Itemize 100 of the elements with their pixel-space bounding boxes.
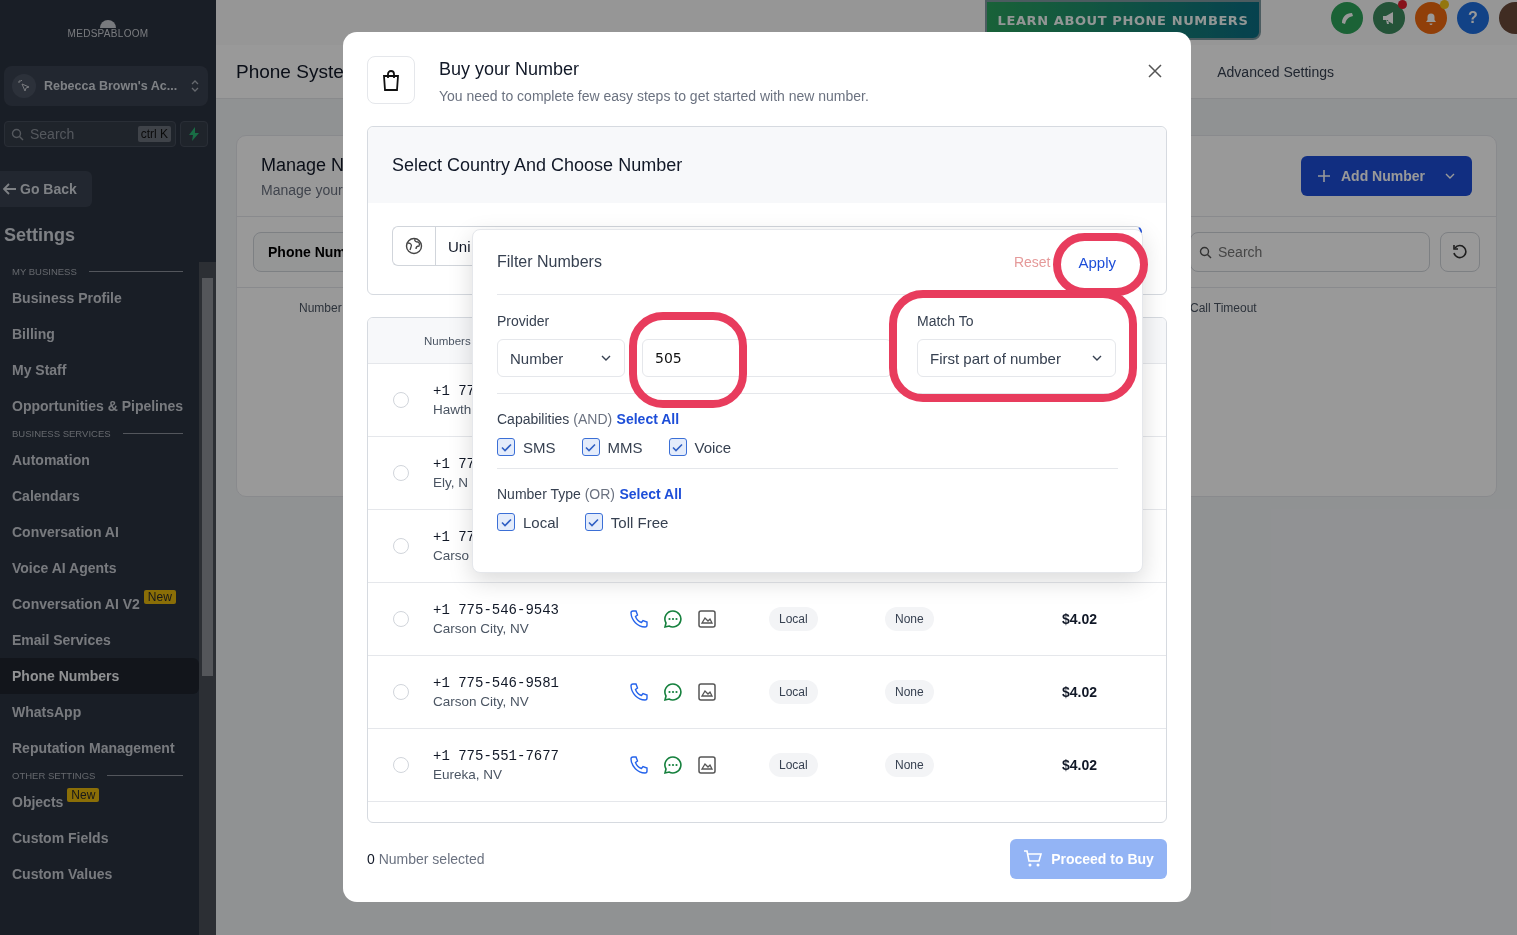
account-switcher[interactable]: Rebecca Brown's Ac... xyxy=(4,66,208,106)
sidebar-item[interactable]: My Staff xyxy=(0,352,199,388)
type-tag: Local xyxy=(769,607,818,631)
number-input[interactable]: 505 xyxy=(642,339,892,377)
go-back-button[interactable]: Go Back xyxy=(0,171,92,207)
sidebar-item[interactable]: Email Services xyxy=(0,622,199,658)
tab[interactable]: Advanced Settings xyxy=(1217,63,1334,80)
refresh-icon xyxy=(1451,243,1469,261)
checkbox-option[interactable]: MMS xyxy=(581,438,643,456)
phone-icon xyxy=(629,755,649,775)
select-all-link[interactable]: Select All xyxy=(616,411,680,427)
sidebar-item[interactable]: Business Profile xyxy=(0,280,199,316)
sidebar-item-label: Automation xyxy=(12,452,90,468)
sidebar-item-label: My Staff xyxy=(12,362,67,378)
city-text: Carson City, NV xyxy=(433,621,530,636)
sidebar-item[interactable]: WhatsApp xyxy=(0,694,199,730)
sidebar-item[interactable]: Billing xyxy=(0,316,199,352)
checkbox-option[interactable]: Local xyxy=(497,513,559,531)
radio-button[interactable] xyxy=(392,392,409,408)
sidebar-item[interactable]: Custom Fields xyxy=(0,820,199,856)
logo-icon xyxy=(100,18,116,28)
sidebar-item[interactable]: Reputation Management xyxy=(0,730,199,766)
notifications-button[interactable] xyxy=(1415,2,1447,34)
check-icon xyxy=(588,517,600,527)
city-text: Hawth xyxy=(433,402,473,417)
chat-icon xyxy=(663,609,683,629)
phone-icon xyxy=(629,682,649,702)
scrollbar[interactable] xyxy=(199,262,216,935)
radio-button[interactable] xyxy=(392,757,409,773)
city-text: Ely, N xyxy=(433,475,469,490)
section-heading: OTHER SETTINGS xyxy=(12,769,96,781)
radio-button[interactable] xyxy=(392,538,409,554)
chat-icon xyxy=(663,682,683,702)
sidebar-item-label: Reputation Management xyxy=(12,740,175,756)
checkbox[interactable] xyxy=(497,438,515,456)
add-number-button[interactable]: Add Number xyxy=(1301,156,1472,196)
lightning-icon xyxy=(188,127,200,141)
sidebar-item[interactable]: Objects New xyxy=(0,784,199,820)
checkbox[interactable] xyxy=(581,438,600,456)
new-badge: New xyxy=(67,788,100,802)
sidebar-item[interactable]: Voice AI Agents xyxy=(0,550,199,586)
provider-select[interactable]: Number xyxy=(497,339,625,377)
phone-icon xyxy=(1339,10,1355,26)
shopping-bag-icon xyxy=(381,69,401,91)
sidebar-item[interactable]: Conversation AI V2 New xyxy=(0,586,199,622)
checkbox-option[interactable]: SMS xyxy=(497,438,556,456)
phone-button[interactable] xyxy=(1331,2,1363,34)
apply-button[interactable]: Apply xyxy=(1076,251,1118,273)
address-tag: None xyxy=(885,680,934,704)
checkbox[interactable] xyxy=(497,513,515,531)
radio-button[interactable] xyxy=(392,465,409,481)
help-button[interactable]: ? xyxy=(1457,2,1489,34)
column-header: Numbers xyxy=(424,334,471,347)
refresh-button[interactable] xyxy=(1440,232,1480,272)
selection-count: 0 Number selected xyxy=(367,851,485,867)
logo-text: MEDSPABLOOM xyxy=(67,28,149,39)
checkbox[interactable] xyxy=(668,438,687,456)
filter-title: Filter Numbers xyxy=(497,253,602,271)
sidebar-item[interactable]: Conversation AI xyxy=(0,514,199,550)
sidebar-item[interactable]: Phone Numbers xyxy=(0,658,199,694)
checkbox-option[interactable]: Toll Free xyxy=(584,513,669,531)
price-text: $4.02 xyxy=(1062,684,1099,700)
sidebar-item-label: Conversation AI xyxy=(12,524,119,540)
city-text: Carso xyxy=(433,548,470,563)
section-heading: BUSINESS SERVICES xyxy=(12,427,111,439)
search-icon xyxy=(11,127,24,141)
card-title: Manage N xyxy=(261,154,345,176)
checkbox-option[interactable]: Voice xyxy=(668,438,732,456)
sidebar-item-label: Phone Numbers xyxy=(12,668,120,684)
check-icon xyxy=(500,442,512,452)
radio-button[interactable] xyxy=(392,684,409,700)
search-field[interactable]: Search xyxy=(1190,232,1430,272)
close-icon xyxy=(1148,63,1162,78)
column-header: Number xyxy=(299,301,343,315)
city-text: Eureka, NV xyxy=(433,767,504,782)
image-icon xyxy=(697,609,717,629)
select-all-link[interactable]: Select All xyxy=(619,486,682,502)
sidebar-item[interactable]: Automation xyxy=(0,442,199,478)
announcement-button[interactable] xyxy=(1373,2,1405,34)
cursor-click-icon xyxy=(17,79,31,93)
reset-button[interactable]: Reset xyxy=(1013,254,1051,270)
page-title: Phone Syste xyxy=(236,60,344,83)
checkbox[interactable] xyxy=(584,513,603,531)
match-select[interactable]: First part of number xyxy=(917,339,1116,377)
sidebar-item[interactable]: Custom Values xyxy=(0,856,199,892)
cart-icon xyxy=(1023,850,1044,868)
check-icon xyxy=(500,517,512,527)
chevron-up-down-icon xyxy=(190,78,200,94)
card-subtitle: Manage your xyxy=(261,181,344,198)
sidebar-item[interactable]: Opportunities & Pipelines xyxy=(0,388,199,424)
address-tag: None xyxy=(885,607,934,631)
settings-title: Settings xyxy=(4,225,76,246)
radio-button[interactable] xyxy=(392,611,409,627)
sidebar-item-label: Objects xyxy=(12,794,64,810)
phone-number: +1 775-546-9581 xyxy=(433,675,561,691)
sidebar-item-label: Calendars xyxy=(12,488,80,504)
check-icon xyxy=(585,442,596,452)
sidebar-item-label: Custom Fields xyxy=(12,830,109,846)
quick-action-button[interactable] xyxy=(180,121,208,147)
sidebar-item[interactable]: Calendars xyxy=(0,478,199,514)
